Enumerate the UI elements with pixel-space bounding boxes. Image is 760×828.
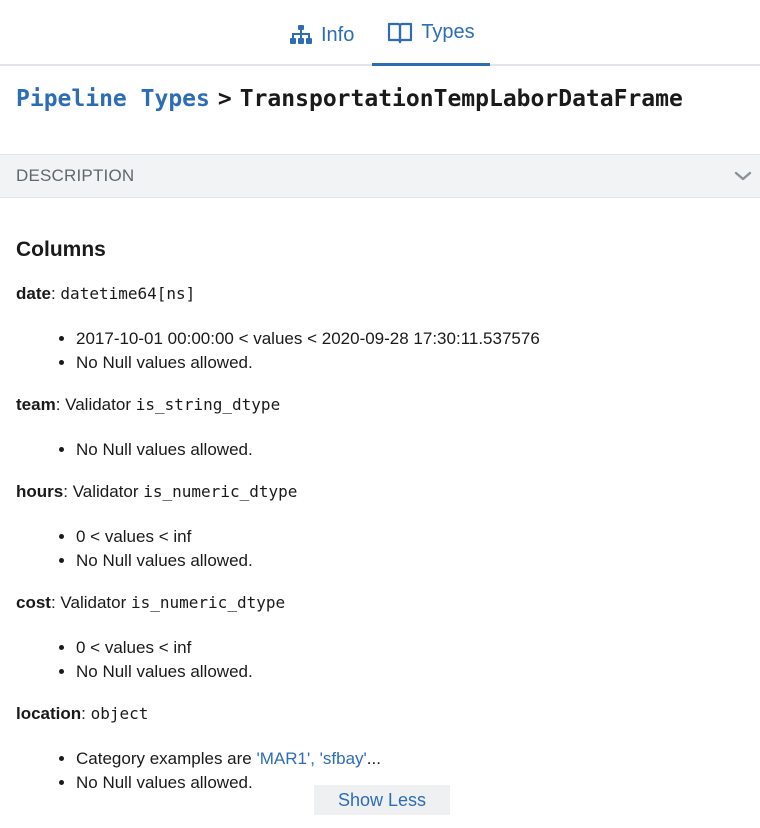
- tab-info-label: Info: [321, 23, 355, 46]
- column-location: location: object Category examples are '…: [16, 704, 746, 795]
- column-constraints: 0 < values < inf No Null values allowed.: [76, 636, 746, 684]
- column-title: date: datetime64[ns]: [16, 284, 746, 304]
- column-type-prefix: Validator: [65, 395, 136, 414]
- breadcrumb-pipeline-types-link[interactable]: Pipeline Types: [16, 86, 210, 112]
- chevron-down-icon: [734, 169, 752, 187]
- column-name: hours: [16, 482, 64, 501]
- category-text: Category examples are: [76, 749, 257, 768]
- column-sep: :: [50, 593, 61, 612]
- column-title: cost: Validator is_numeric_dtype: [16, 593, 746, 613]
- columns-heading: Columns: [16, 238, 106, 261]
- column-constraints: 0 < values < inf No Null values allowed.: [76, 525, 746, 573]
- column-sep: :: [81, 704, 91, 723]
- column-type-prefix: Validator: [60, 593, 131, 612]
- list-item: No Null values allowed.: [76, 438, 746, 462]
- book-icon: [387, 20, 413, 44]
- breadcrumb: Pipeline Types > TransportationTempLaborDa…: [16, 86, 683, 112]
- column-name: cost: [16, 593, 51, 612]
- column-type: is_numeric_dtype: [143, 482, 298, 501]
- column-title: team: Validator is_string_dtype: [16, 395, 746, 415]
- description-label: DESCRIPTION: [16, 166, 135, 185]
- tab-info[interactable]: Info: [289, 0, 354, 70]
- column-constraints: No Null values allowed.: [76, 438, 746, 462]
- tab-types-label: Types: [421, 20, 475, 43]
- category-examples-link[interactable]: 'MAR1', 'sfbay': [256, 749, 366, 768]
- tab-types[interactable]: Types: [372, 0, 490, 66]
- column-title: location: object: [16, 704, 746, 724]
- column-type: datetime64[ns]: [60, 284, 196, 303]
- tab-bar: Info Types: [0, 0, 760, 66]
- column-type: is_numeric_dtype: [130, 593, 286, 612]
- columns-section: Columns date: datetime64[ns] 2017-10-01 …: [16, 238, 746, 815]
- column-type: object: [90, 704, 149, 723]
- column-hours: hours: Validator is_numeric_dtype 0 < va…: [16, 482, 746, 573]
- description-toggle[interactable]: DESCRIPTION: [0, 154, 760, 198]
- list-item: 0 < values < inf: [76, 525, 746, 549]
- column-type: is_string_dtype: [135, 395, 281, 414]
- list-item: No Null values allowed.: [76, 351, 746, 375]
- page-title: TransportationTempLaborDataFrame: [239, 86, 683, 112]
- breadcrumb-separator: >: [217, 86, 232, 112]
- column-name: date: [16, 284, 51, 303]
- category-ellipsis: ...: [366, 749, 381, 768]
- column-constraints: 2017-10-01 00:00:00 < values < 2020-09-2…: [76, 327, 746, 375]
- column-name: team: [16, 395, 56, 414]
- list-item: 0 < values < inf: [76, 636, 746, 660]
- list-item: No Null values allowed.: [76, 660, 746, 684]
- column-date: date: datetime64[ns] 2017-10-01 00:00:00…: [16, 284, 746, 375]
- show-less-button[interactable]: Show Less: [314, 785, 450, 815]
- list-item: Category examples are 'MAR1', 'sfbay'...: [76, 747, 746, 771]
- column-sep: :: [63, 482, 73, 501]
- column-type-prefix: Validator: [72, 482, 144, 501]
- column-name: location: [16, 704, 82, 723]
- column-title: hours: Validator is_numeric_dtype: [16, 482, 746, 502]
- column-team: team: Validator is_string_dtype No Null …: [16, 395, 746, 462]
- list-item: No Null values allowed.: [76, 549, 746, 573]
- column-sep: :: [50, 284, 61, 303]
- column-sep: :: [55, 395, 66, 414]
- sitemap-icon: [289, 24, 313, 46]
- column-cost: cost: Validator is_numeric_dtype 0 < val…: [16, 593, 746, 684]
- list-item: 2017-10-01 00:00:00 < values < 2020-09-2…: [76, 327, 746, 351]
